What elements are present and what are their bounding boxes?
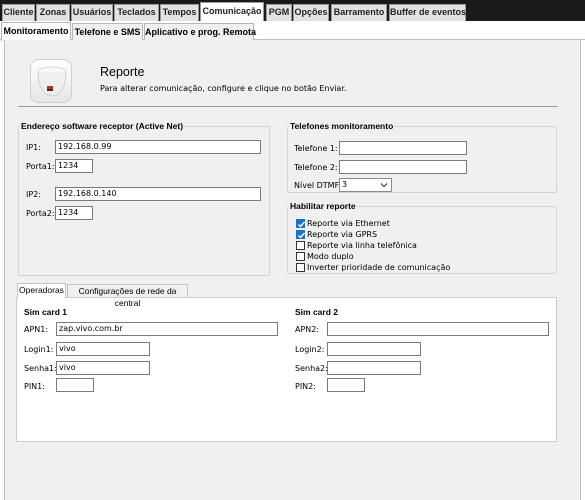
senha2-label: Senha2: <box>295 364 328 373</box>
porta2-field[interactable]: 1234 <box>55 206 93 220</box>
inverter-prioridade-label: Inverter prioridade de comunicação <box>307 263 451 272</box>
login1-field[interactable]: vivo <box>56 342 150 356</box>
tab-operadoras[interactable]: Operadoras <box>17 283 66 298</box>
ethernet-checkbox[interactable] <box>296 219 306 228</box>
ip2-label: IP2: <box>26 190 41 199</box>
report-group-title: Habilitar reporte <box>289 201 357 211</box>
tab-zonas[interactable]: Zonas <box>36 4 70 21</box>
linha-telefonica-checkbox[interactable] <box>296 241 305 250</box>
receiver-group-title: Endereço software receptor (Active Net) <box>20 121 185 131</box>
pin1-label: PIN1: <box>24 382 45 391</box>
apn2-label: APN2: <box>295 325 320 334</box>
ip1-label: IP1: <box>26 143 41 152</box>
login2-label: Login2: <box>295 345 325 354</box>
phones-group-title: Telefones monitoramento <box>289 121 395 131</box>
dtmf-label: Nível DTMF: <box>294 181 342 190</box>
tab-opcoes[interactable]: Opções <box>293 4 329 21</box>
page-title: Reporte <box>100 65 145 79</box>
telefone2-label: Telefone 2: <box>294 163 338 172</box>
linha-telefonica-label: Reporte via linha telefônica <box>307 241 417 250</box>
telefone2-field[interactable] <box>339 160 467 174</box>
telefone1-field[interactable] <box>339 141 467 155</box>
tab-barramento[interactable]: Barramento <box>331 4 387 21</box>
dtmf-value: 3 <box>342 180 348 189</box>
inverter-prioridade-checkbox[interactable] <box>296 263 305 272</box>
pin2-label: PIN2: <box>295 382 316 391</box>
checkmark-icon <box>298 221 306 228</box>
tab-cliente[interactable]: Cliente <box>2 4 35 21</box>
porta1-label: Porta1: <box>26 162 55 171</box>
tab-pgm[interactable]: PGM <box>266 4 292 21</box>
tab-buffer-de-eventos[interactable]: Buffer de eventos <box>389 4 466 21</box>
sim2-title: Sim card 2 <box>295 307 338 317</box>
tab-telefone-e-sms[interactable]: Telefone e SMS <box>72 23 143 40</box>
pin2-field[interactable] <box>327 378 365 392</box>
porta2-label: Porta2: <box>26 209 55 218</box>
senha1-label: Senha1: <box>24 364 57 373</box>
gprs-checkbox[interactable] <box>296 230 306 239</box>
tab-aplicativo-e-prog-remota[interactable]: Aplicativo e prog. Remota <box>144 23 256 40</box>
tab-tempos[interactable]: Tempos <box>160 4 199 21</box>
tab-usuarios[interactable]: Usuários <box>71 4 113 21</box>
checkmark-icon <box>298 232 306 239</box>
sub-tab-bar: Monitoramento Telefone e SMS Aplicativo … <box>0 21 585 41</box>
ethernet-label: Reporte via Ethernet <box>307 219 390 228</box>
porta1-field[interactable]: 1234 <box>55 159 93 173</box>
page-subtitle: Para alterar comunicação, configure e cl… <box>100 84 347 93</box>
ip2-field[interactable]: 192.168.0.140 <box>55 187 261 201</box>
dtmf-select[interactable]: 3 <box>339 178 392 192</box>
main-tab-bar: Cliente Zonas Usuários Teclados Tempos C… <box>0 0 585 21</box>
header-divider <box>18 106 558 107</box>
login2-field[interactable] <box>327 342 421 356</box>
apn2-field[interactable] <box>327 322 549 336</box>
tab-monitoramento[interactable]: Monitoramento <box>1 22 71 41</box>
chevron-down-icon <box>380 183 388 188</box>
alarm-panel-icon <box>30 59 72 103</box>
apn1-field[interactable]: zap.vivo.com.br <box>56 322 278 336</box>
tab-teclados[interactable]: Teclados <box>114 4 159 21</box>
gprs-label: Reporte via GPRS <box>307 230 378 239</box>
apn1-label: APN1: <box>24 325 49 334</box>
sim1-title: Sim card 1 <box>24 307 67 317</box>
modo-duplo-label: Modo duplo <box>307 252 354 261</box>
telefone1-label: Telefone 1: <box>294 144 338 153</box>
tab-configuracoes-de-rede[interactable]: Configurações de rede da central <box>67 284 188 308</box>
modo-duplo-checkbox[interactable] <box>296 252 305 261</box>
senha1-field[interactable]: vivo <box>56 361 150 375</box>
ip1-field[interactable]: 192.168.0.99 <box>55 140 261 154</box>
tab-comunicacao[interactable]: Comunicação <box>200 2 264 21</box>
pin1-field[interactable] <box>56 378 94 392</box>
senha2-field[interactable] <box>327 361 421 375</box>
login1-label: Login1: <box>24 345 54 354</box>
